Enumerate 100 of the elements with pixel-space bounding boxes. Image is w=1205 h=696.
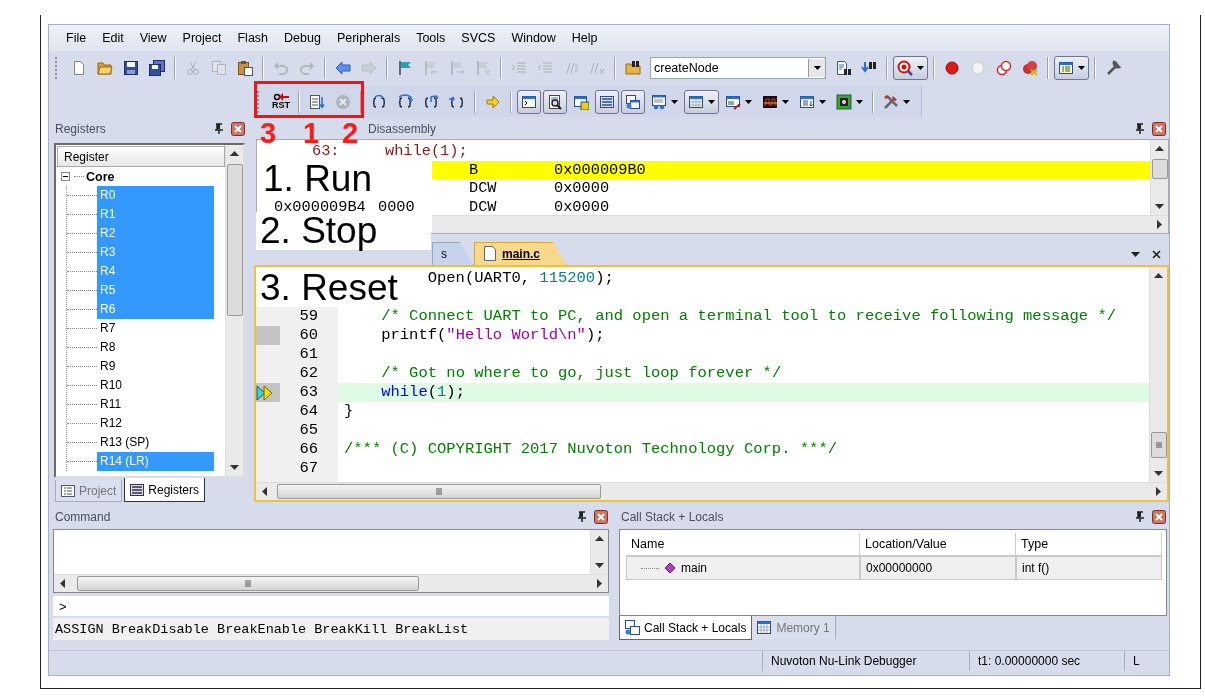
right-arrow-icon (361, 60, 377, 76)
register-item[interactable]: R8 (97, 338, 214, 357)
pin-icon[interactable] (576, 511, 588, 523)
column-header[interactable]: Register (57, 146, 225, 167)
scroll-thumb[interactable] (277, 484, 601, 499)
vertical-scrollbar[interactable] (1149, 267, 1167, 482)
window-button[interactable] (1054, 56, 1089, 80)
menu-item[interactable]: View (131, 31, 175, 45)
uncomment-icon (589, 60, 605, 76)
registers-window-button[interactable] (595, 89, 619, 114)
debug-button[interactable] (893, 56, 928, 80)
scroll-down-icon[interactable] (1155, 204, 1164, 209)
callout-number: 3 (260, 119, 277, 147)
menu-item[interactable]: Help (563, 31, 606, 45)
menu-item[interactable]: Edit (94, 31, 132, 45)
scroll-up-icon[interactable] (595, 536, 604, 541)
register-item[interactable]: R12 (97, 414, 214, 433)
file-tab[interactable]: main.c (474, 242, 567, 265)
scroll-right-icon[interactable] (597, 579, 602, 588)
register-item[interactable]: R10 (97, 376, 214, 395)
close-icon[interactable] (231, 122, 245, 136)
register-item[interactable]: R7 (97, 319, 214, 338)
disassembly-window-button[interactable] (543, 89, 567, 114)
panel-tab[interactable]: Registers (124, 478, 206, 502)
window-icon (573, 93, 589, 110)
scroll-thumb[interactable] (1151, 159, 1168, 179)
panel-tab[interactable]: Call Stack + Locals (619, 616, 753, 640)
project-icon (61, 483, 75, 498)
line-number: 60 (298, 326, 319, 345)
menu-item[interactable]: SVCS (453, 31, 504, 45)
scroll-down-icon[interactable] (1154, 471, 1163, 476)
close-icon[interactable] (1152, 249, 1161, 259)
scroll-down-icon[interactable] (595, 563, 604, 568)
menu-item[interactable]: Flash (229, 31, 277, 45)
scroll-up-icon[interactable] (230, 151, 239, 156)
menu-item[interactable]: Tools (408, 31, 454, 45)
menu-item[interactable]: File (58, 31, 95, 45)
memory-windows-button[interactable] (684, 89, 719, 114)
horizontal-scrollbar[interactable] (54, 574, 608, 592)
close-icon[interactable] (1152, 510, 1166, 524)
menu-item[interactable]: Peripherals (328, 31, 409, 45)
grip-icon (1153, 441, 1164, 449)
grip-icon (245, 579, 251, 588)
waveform-icon (762, 93, 778, 110)
caret-icon (782, 99, 789, 104)
tree-item[interactable]: Core (86, 169, 115, 184)
menu-item[interactable]: Project (174, 31, 230, 45)
register-item[interactable]: R11 (97, 395, 214, 414)
grid-icon (757, 620, 773, 635)
scroll-left-icon[interactable] (262, 487, 267, 496)
scroll-thumb[interactable] (226, 164, 243, 316)
scroll-up-icon[interactable] (1154, 273, 1163, 278)
register-item[interactable]: R9 (97, 357, 214, 376)
vertical-scrollbar[interactable] (225, 145, 243, 476)
code-line: Open(UART0, 115200); (427, 269, 614, 288)
register-item[interactable]: R13 (SP) (97, 433, 214, 452)
code-line: } (344, 402, 354, 421)
reset-button[interactable]: RST (269, 89, 293, 114)
line-number: 67 (298, 459, 319, 478)
scroll-thumb[interactable] (77, 576, 419, 591)
horizontal-scrollbar[interactable] (256, 482, 1167, 500)
scroll-down-icon[interactable] (230, 465, 239, 470)
scroll-thumb[interactable] (1150, 432, 1167, 458)
dropdown-icon[interactable] (1131, 251, 1140, 257)
command-window-button[interactable] (517, 89, 541, 114)
scroll-right-icon[interactable] (1157, 220, 1162, 229)
pin-icon[interactable] (1134, 511, 1146, 523)
arrow-icon (485, 93, 501, 110)
call-stack-window-button[interactable] (621, 89, 645, 114)
pages-icon (211, 60, 227, 76)
scroll-up-icon[interactable] (1155, 146, 1164, 151)
status-text: L (1124, 651, 1148, 671)
line-number: 59 (298, 307, 319, 326)
left-arrow-icon (335, 60, 351, 76)
caret-icon (671, 99, 678, 104)
vertical-scrollbar[interactable] (590, 530, 608, 574)
page-magnifier-icon (547, 93, 563, 110)
command-input[interactable]: > (53, 596, 609, 616)
status-text: t1: 0.00000000 sec (969, 651, 1124, 671)
pin-icon[interactable] (213, 123, 225, 135)
close-icon[interactable] (594, 510, 608, 524)
file-tab[interactable]: s (432, 242, 474, 265)
menu-item[interactable]: Window (503, 31, 564, 45)
callout-label: 2. Stop (256, 212, 431, 250)
floppy-disks-icon (149, 60, 165, 76)
line-number: 65 (298, 421, 319, 440)
scroll-left-icon[interactable] (60, 579, 65, 588)
pin-icon[interactable] (1134, 123, 1146, 135)
expander-icon[interactable] (61, 172, 70, 181)
braces-arrow-icon (397, 93, 413, 110)
horizontal-scrollbar[interactable] (432, 215, 1168, 233)
line-number: 64 (298, 402, 319, 421)
close-icon[interactable] (1152, 122, 1166, 136)
scissors-icon (185, 60, 201, 76)
scroll-right-icon[interactable] (1156, 487, 1161, 496)
function-combo-box[interactable]: createNode (650, 57, 826, 79)
caret-icon (745, 99, 752, 104)
vertical-scrollbar[interactable] (1150, 140, 1168, 215)
blank-page-icon (71, 60, 87, 76)
menu-item[interactable]: Debug (276, 31, 329, 45)
